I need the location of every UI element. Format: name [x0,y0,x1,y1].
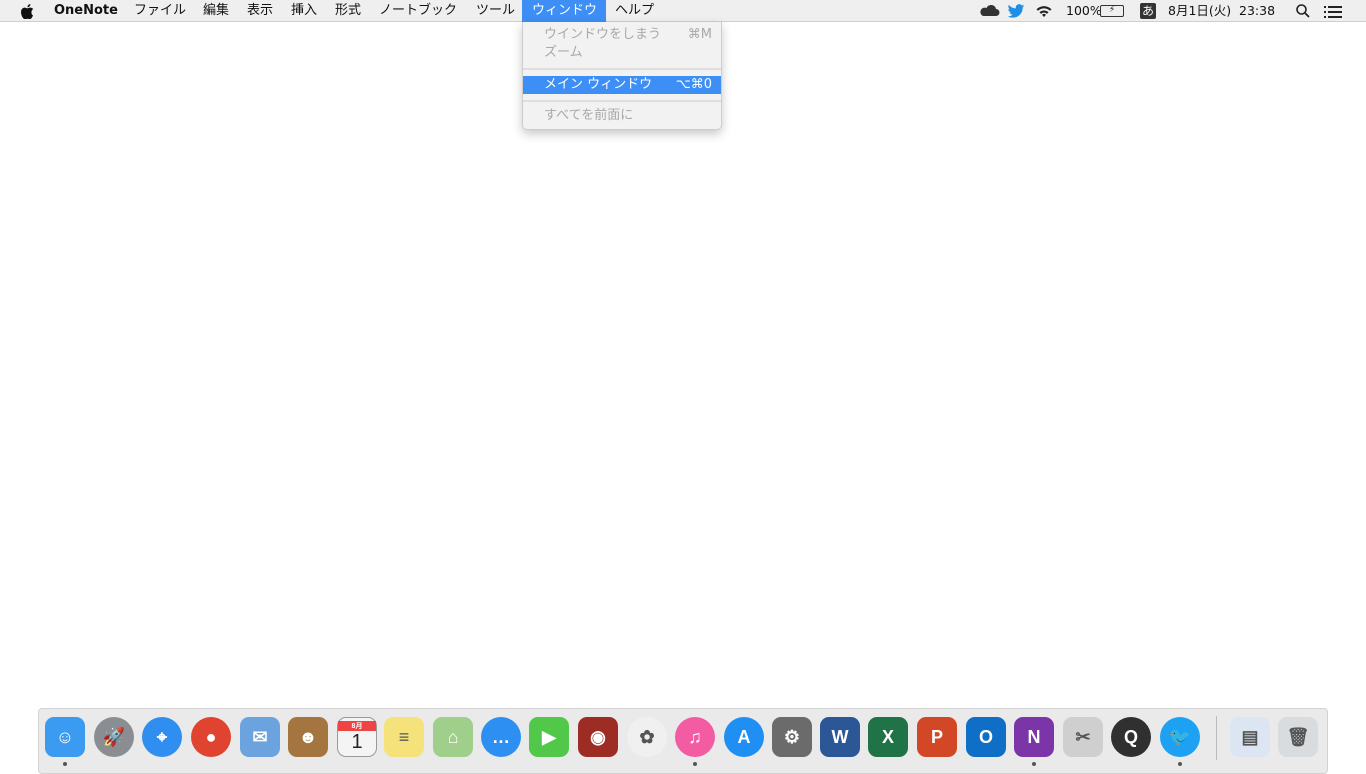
dock-downloads-icon[interactable]: ▤ [1230,717,1270,757]
app-menu-onenote[interactable]: OneNote [54,0,118,22]
wifi-icon[interactable] [1034,2,1054,24]
dock-finder-icon[interactable]: ☺ [45,717,85,757]
clock-date[interactable]: 8月1日(火) [1168,0,1231,22]
dock-photos-icon[interactable]: ✿ [627,717,667,757]
menu-item-label: ズーム [544,45,583,60]
menu-item-minimize[interactable]: ウインドウをしまう ⌘M [523,26,721,44]
calendar-month: 8月 [338,720,376,731]
window-menu-dropdown: ウインドウをしまう ⌘M ズーム メイン ウィンドウ ⌥⌘0 すべてを前面に [522,22,722,130]
menu-separator [523,68,721,70]
menu-item-label: メイン ウィンドウ [544,77,653,92]
dock-excel-icon[interactable]: X [868,717,908,757]
dock-photo-booth-icon[interactable]: ◉ [578,717,618,757]
dock-launchpad-icon[interactable]: 🚀 [94,717,134,757]
menu-bar: OneNote ファイル 編集 表示 挿入 形式 ノートブック ツール ウィンド… [0,0,1366,22]
menu-separator [523,100,721,102]
running-indicator [63,762,67,766]
dock-powerpoint-icon[interactable]: P [917,717,957,757]
dock-mail-icon[interactable]: ✉ [240,717,280,757]
dock-quicktime-player-icon[interactable]: Q [1111,717,1151,757]
dock-calendar-icon[interactable]: 8月 1 [337,717,377,757]
dock-notes-icon[interactable]: ≡ [384,717,424,757]
dock-safari-icon[interactable]: ⌖ [142,717,182,757]
battery-percent[interactable]: 100% [1066,0,1102,22]
menu-view[interactable]: 表示 [247,0,273,22]
menu-tools[interactable]: ツール [476,0,515,22]
dock-system-preferences-icon[interactable]: ⚙ [772,717,812,757]
menu-item-shortcut: ⌥⌘0 [675,77,712,92]
onedrive-cloud-icon[interactable] [978,1,1000,23]
dock-trash-icon[interactable]: 🗑 [1278,717,1318,757]
dock-word-icon[interactable]: W [820,717,860,757]
menu-file[interactable]: ファイル [134,0,186,22]
dock-grab-icon[interactable]: ✂ [1063,717,1103,757]
spotlight-search-icon[interactable] [1295,3,1311,25]
menu-item-shortcut: ⌘M [687,27,712,42]
menu-format[interactable]: 形式 [335,0,361,22]
menu-edit[interactable]: 編集 [203,0,229,22]
dock-chrome-icon[interactable]: ● [191,717,231,757]
dock-facetime-icon[interactable]: ▶ [529,717,569,757]
menu-item-bring-all-to-front[interactable]: すべてを前面に [523,107,721,125]
battery-charging-icon[interactable]: ⚡ [1100,5,1124,17]
menu-insert[interactable]: 挿入 [291,0,317,22]
menu-item-label: すべてを前面に [544,108,634,123]
dock-maps-icon[interactable]: ⌂ [433,717,473,757]
input-method-indicator[interactable]: あ [1140,3,1156,19]
menu-item-main-window[interactable]: メイン ウィンドウ ⌥⌘0 [523,76,721,94]
dock-outlook-icon[interactable]: O [966,717,1006,757]
dock-itunes-icon[interactable]: ♫ [675,717,715,757]
twitter-status-icon[interactable] [1006,1,1026,23]
dock-contacts-icon[interactable]: ☻ [288,717,328,757]
running-indicator [1178,762,1182,766]
dock-twitter-icon[interactable]: 🐦 [1160,717,1200,757]
dock-onenote-icon[interactable]: N [1014,717,1054,757]
menu-window[interactable]: ウィンドウ [522,0,606,22]
menu-item-zoom[interactable]: ズーム [523,44,721,62]
dock-separator [1216,716,1217,760]
menu-item-label: ウインドウをしまう [544,27,662,42]
running-indicator [1032,762,1036,766]
apple-menu-icon[interactable] [20,0,36,22]
clock-time[interactable]: 23:38 [1239,0,1275,22]
calendar-day: 1 [351,730,363,753]
menu-help[interactable]: ヘルプ [615,0,654,22]
dock-messages-icon[interactable]: … [481,717,521,757]
dock-app-store-icon[interactable]: A [724,717,764,757]
running-indicator [693,762,697,766]
notification-center-icon[interactable] [1324,4,1342,26]
menu-notebook[interactable]: ノートブック [379,0,457,22]
